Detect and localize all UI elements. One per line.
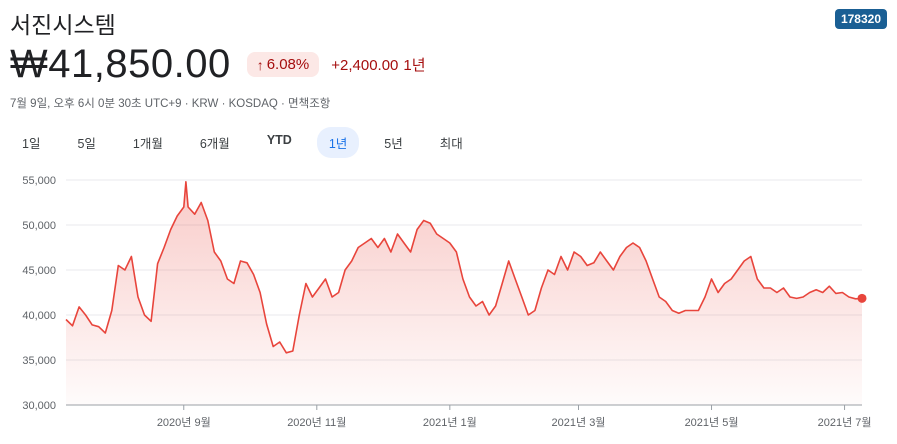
tab-1y[interactable]: 1년 — [316, 127, 360, 158]
y-tick-label: 55,000 — [22, 175, 56, 187]
arrow-up-icon: ↑ — [256, 56, 264, 73]
change-value-group: +2,400.00 1년 — [331, 54, 425, 75]
tab-5d[interactable]: 5일 — [65, 127, 107, 158]
change-value: +2,400.00 — [331, 57, 399, 74]
y-axis-labels: 55,000 50,000 45,000 40,000 35,000 30,000 — [22, 175, 56, 412]
change-period: 1년 — [403, 57, 426, 74]
x-tick-label: 2021년 5월 — [685, 416, 739, 429]
x-tick-label: 2020년 9월 — [157, 416, 211, 429]
x-axis: 2020년 9월 2020년 11월 2021년 1월 2021년 3월 2021년 5… — [157, 405, 872, 429]
tab-6m[interactable]: 6개월 — [188, 127, 242, 158]
y-tick-label: 30,000 — [22, 400, 56, 412]
tab-1m[interactable]: 1개월 — [121, 127, 175, 158]
y-tick-label: 50,000 — [22, 220, 56, 232]
price-row: ₩41,850.00 ↑ 6.08% +2,400.00 1년 — [10, 42, 426, 87]
tab-ytd[interactable]: YTD — [255, 127, 304, 158]
change-percent: 6.08% — [266, 56, 310, 73]
x-tick-label: 2021년 7월 — [818, 416, 872, 429]
y-tick-label: 40,000 — [22, 310, 56, 322]
change-percent-badge: ↑ 6.08% — [246, 52, 320, 77]
y-tick-label: 45,000 — [22, 265, 56, 277]
y-tick-label: 35,000 — [22, 355, 56, 367]
x-tick-label: 2021년 3월 — [552, 416, 606, 429]
last-price-marker — [857, 293, 867, 303]
current-price: ₩41,850.00 — [10, 42, 231, 86]
price-chart[interactable]: 55,000 50,000 45,000 40,000 35,000 30,000 202… — [0, 165, 897, 444]
price-area-fill — [66, 181, 862, 405]
price-meta: 7월 9일, 오후 6시 0분 30초 UTC+9 · KRW · KOSDAQ… — [10, 98, 331, 110]
x-tick-label: 2021년 1월 — [423, 416, 477, 429]
stock-name: 서진시스템 — [10, 13, 116, 39]
ticker-badge[interactable]: 178320 — [834, 9, 887, 29]
period-tabs: 1일 5일 1개월 6개월 YTD 1년 5년 최대 — [10, 127, 488, 158]
tab-1d[interactable]: 1일 — [10, 127, 52, 158]
tab-max[interactable]: 최대 — [428, 127, 475, 158]
x-tick-label: 2020년 11월 — [287, 416, 346, 429]
tab-5y[interactable]: 5년 — [372, 127, 414, 158]
